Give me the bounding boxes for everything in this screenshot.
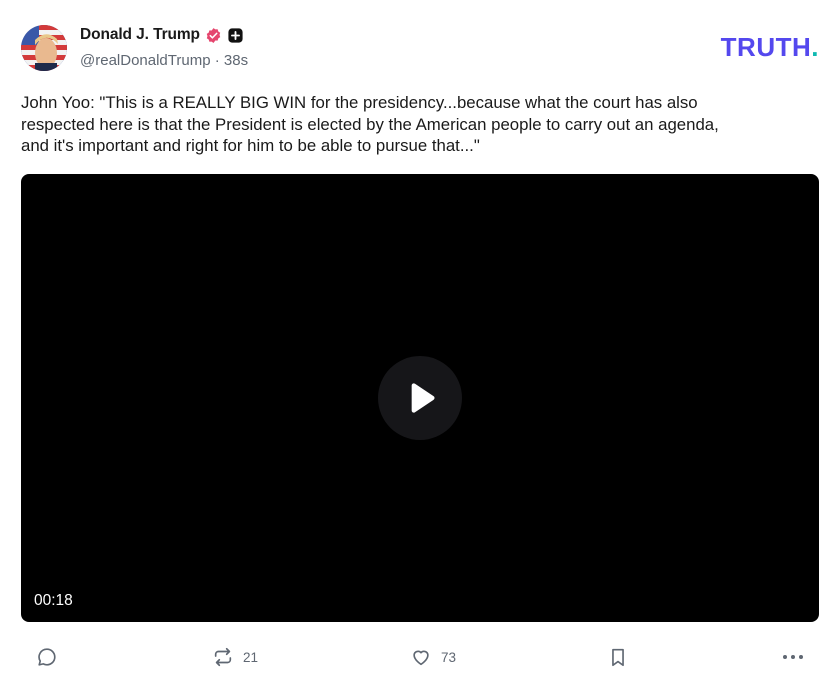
heart-icon	[413, 650, 429, 666]
more-icon	[783, 655, 803, 659]
like-count: 73	[441, 649, 457, 665]
bookmark-button[interactable]	[607, 644, 629, 670]
post-text: John Yoo: "This is a REALLY BIG WIN for …	[21, 93, 719, 155]
reply-button[interactable]	[36, 644, 58, 670]
retruth-button[interactable]: 21	[212, 644, 258, 670]
handle-row: @realDonaldTrump · 38s	[80, 52, 248, 69]
name-row: Donald J. Trump	[80, 25, 244, 45]
separator: ·	[214, 52, 220, 69]
post-header: Donald J. Trump @realDonaldTrump · 38s T…	[21, 25, 821, 73]
more-button[interactable]	[781, 644, 805, 670]
truth-logo[interactable]: TRUTH.	[721, 34, 819, 60]
play-icon	[411, 383, 435, 413]
comment-icon	[38, 648, 56, 666]
bookmark-icon	[612, 648, 624, 667]
video-player[interactable]: 00:18	[21, 174, 819, 622]
action-bar: 21 73	[0, 640, 840, 674]
user-handle[interactable]: @realDonaldTrump	[80, 52, 211, 69]
timestamp[interactable]: 38s	[224, 52, 248, 69]
retruth-count: 21	[243, 649, 259, 665]
logo-dot: .	[811, 32, 819, 62]
logo-text: TRUTH	[720, 32, 812, 62]
like-button[interactable]: 73	[410, 644, 456, 670]
plus-badge-icon	[227, 27, 244, 44]
display-name[interactable]: Donald J. Trump	[80, 26, 200, 44]
avatar[interactable]	[21, 25, 67, 71]
play-button[interactable]	[378, 356, 462, 440]
video-duration: 00:18	[34, 592, 73, 609]
retruth-icon	[214, 647, 232, 667]
verified-badge-icon	[205, 27, 222, 44]
